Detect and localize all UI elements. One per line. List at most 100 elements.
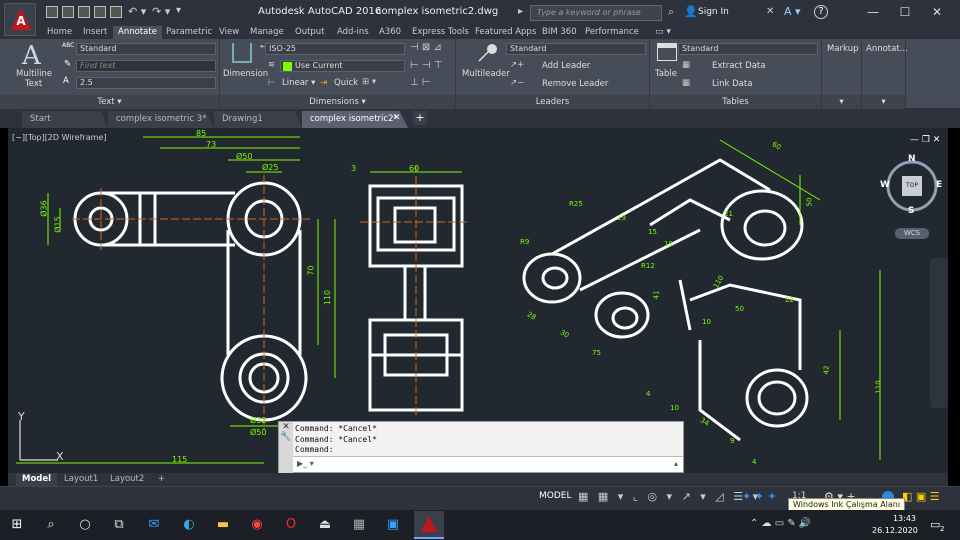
multiline-text-label[interactable]: Text [25,79,42,89]
search-expand-icon[interactable]: ▸ [518,6,523,17]
compass-n[interactable]: N [908,154,916,164]
continue-icon[interactable]: ⊞ ▾ [362,77,376,87]
tab-bim360[interactable]: BIM 360 [537,26,582,39]
leader-style-dropdown[interactable]: Standard [506,43,646,55]
command-line[interactable]: ✕ 🔧 Command: *Cancel* Command: *Cancel* Com… [278,421,684,474]
notifications-icon[interactable]: ▭ [930,518,940,531]
tab-featured-apps[interactable]: Featured Apps [470,26,541,39]
dim-space-icon[interactable]: ⊢ ⊣ ⊤ [410,60,443,71]
compass-e[interactable]: E [936,180,942,190]
windows-start-icon[interactable]: ⊞ [8,516,26,534]
user-icon[interactable]: 👤 [684,5,698,18]
tab-performance[interactable]: Performance [580,26,644,39]
tab-output[interactable]: Output [290,26,330,39]
dimensions-panel-title[interactable]: Dimensions ▾ [220,95,455,109]
viewport-controls[interactable]: [−][Top][2D Wireframe] [12,133,106,142]
leaders-panel-title[interactable]: Leaders [456,95,649,109]
file-explorer-icon[interactable]: ▬ [214,516,232,534]
command-input[interactable]: ▶_ ▾ ▴ [293,456,683,472]
viewport-window-controls-icon[interactable]: — ❐ ✕ [910,135,940,145]
file-tab-drawing1[interactable]: Drawing1 [214,111,302,128]
redo-icon[interactable]: ↷ ▾ [152,5,170,18]
compass-s[interactable]: S [908,206,914,216]
annotation-label[interactable]: Annotat... [866,44,908,54]
viewcube-top-face[interactable]: TOP [902,176,922,196]
sign-in-link[interactable]: Sign In [698,7,729,17]
dimension-label[interactable]: Dimension [223,69,268,79]
annotation-visibility-icon[interactable]: ✦ ✦ ✦ [742,490,777,503]
linear-button[interactable]: Linear ▾ [282,78,315,88]
dim-layer-dropdown[interactable]: Use Current [280,60,405,72]
tab-add-ins[interactable]: Add-ins [332,26,374,39]
qat-dropdown-icon[interactable]: ▾ [176,5,181,16]
dim-adjust-icon[interactable]: ⊥ ⊢ [410,77,431,88]
clock-date[interactable]: 26.12.2020 [872,526,918,535]
isolate-icon[interactable]: ◧ ▣ ☰ [902,490,940,503]
open-icon[interactable] [62,6,74,18]
close-tab-icon[interactable]: ✕ [393,113,401,123]
quick-dim-icon[interactable]: ⇥ [320,78,327,88]
task-view-icon[interactable]: ⧉ [110,516,128,534]
remove-leader-button[interactable]: Remove Leader [542,79,608,89]
tab-parametric[interactable]: Parametric [161,26,217,39]
file-tab-start[interactable]: Start [22,111,108,128]
table-style-dropdown[interactable]: Standard [678,43,818,55]
tab-insert[interactable]: Insert [78,26,112,39]
multiline-text-icon[interactable]: A [22,41,41,71]
extract-data-icon[interactable]: ▦ [682,60,690,70]
navigation-bar[interactable] [930,258,948,408]
new-icon[interactable] [46,6,58,18]
photos-icon[interactable]: ▣ [384,516,402,534]
annotation-panel[interactable]: Annotat... ▾ [862,39,908,109]
multiline-label[interactable]: Multiline [16,69,52,79]
markup-panel[interactable]: Markup ▾ [822,39,862,109]
tab-home[interactable]: Home [42,26,77,39]
new-tab-icon[interactable]: + [413,111,427,125]
help-icon[interactable]: ? [814,5,828,19]
tab-annotate[interactable]: Annotate [113,26,162,39]
dimension-icon[interactable] [232,43,252,63]
tab-model[interactable]: Model [16,473,58,486]
multileader-icon[interactable] [476,43,498,63]
edge-icon[interactable]: ◐ [180,516,198,534]
usb-icon[interactable]: ⏏ [316,516,334,534]
command-prompt-icon[interactable]: ▶_ ▾ [297,459,314,468]
tab-layout2[interactable]: Layout2 [104,473,150,486]
tables-panel-title[interactable]: Tables [650,95,821,109]
table-label[interactable]: Table [655,69,677,79]
multileader-label[interactable]: Multileader [462,69,510,79]
status-toggles[interactable]: ▦ ▦ ▾ ⌞ ◎ ▾ ↗ ▾ ◿ ☰ ▾ [578,490,761,503]
tab-manage[interactable]: Manage [245,26,289,39]
chrome-icon[interactable]: ◉ [248,516,266,534]
viewcube[interactable]: TOP N S E W [880,154,944,218]
search-input[interactable]: Type a keyword or phrase [530,5,662,21]
calculator-icon[interactable]: ▦ [350,516,368,534]
clock-time[interactable]: 13:43 [876,514,916,523]
compass-w[interactable]: W [880,180,890,190]
remove-leader-icon[interactable]: ↗− [510,78,524,88]
ribbon-minimize-icon[interactable]: ▭ ▾ [655,27,671,37]
application-menu-button[interactable]: A [4,3,36,36]
extract-data-button[interactable]: Extract Data [712,61,765,71]
new-layout-icon[interactable]: + [152,473,171,486]
text-height-dropdown[interactable]: 2.5 [76,77,216,89]
tab-view[interactable]: View [214,26,244,39]
dim-break-icon[interactable]: ⊣ ⊠ ⊿ [410,42,442,53]
cortana-icon[interactable]: ○ [76,516,94,534]
mail-icon[interactable]: ✉ [145,516,163,534]
tab-a360[interactable]: A360 [374,26,406,39]
save-icon[interactable] [78,6,90,18]
text-style-dropdown[interactable]: Standard [76,43,216,55]
table-icon[interactable] [657,43,677,61]
maximize-button[interactable]: ☐ [890,3,920,21]
link-data-button[interactable]: Link Data [712,79,752,89]
tab-express-tools[interactable]: Express Tools [407,26,474,39]
link-data-icon[interactable]: ▦ [682,78,690,88]
quick-button[interactable]: Quick [334,78,358,88]
plot-icon[interactable] [110,6,122,18]
tab-layout1[interactable]: Layout1 [58,473,104,486]
add-leader-button[interactable]: Add Leader [542,61,590,71]
minimize-button[interactable]: — [858,3,888,21]
autocad-taskbar-button[interactable] [414,511,444,539]
dim-style-dropdown[interactable]: ISO-25 [265,43,405,55]
